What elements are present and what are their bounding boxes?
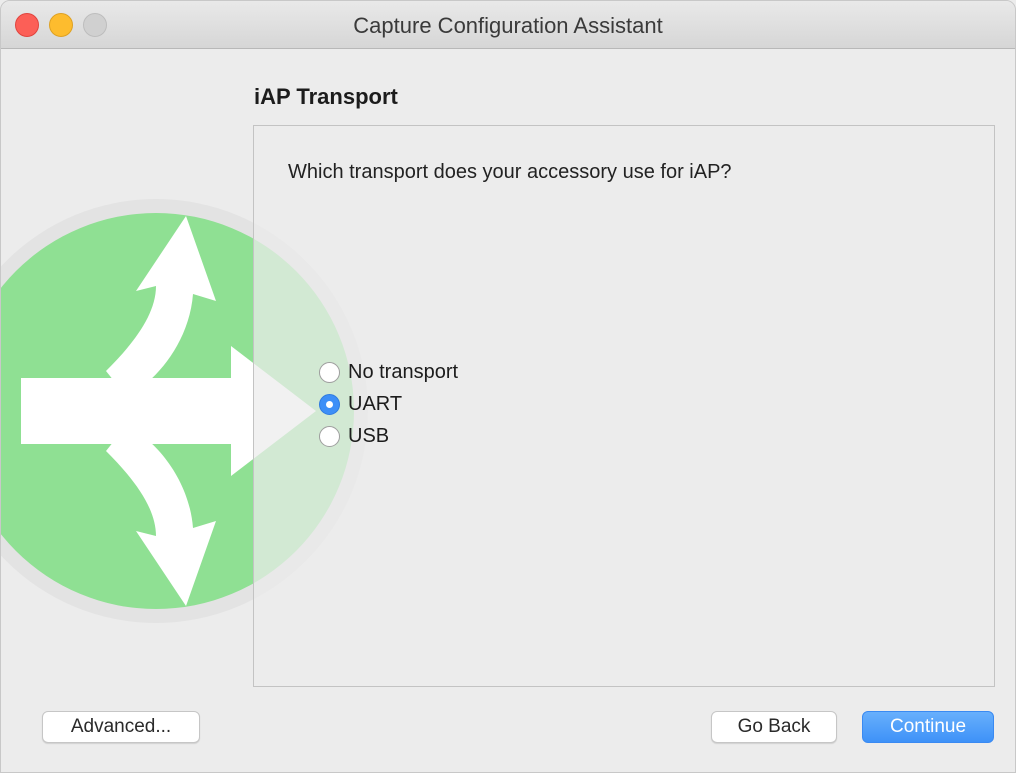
page-heading: iAP Transport (254, 84, 398, 109)
option-label: No transport (348, 360, 459, 383)
option-uart[interactable]: UART (319, 392, 402, 416)
question-text: Which transport does your accessory use … (288, 161, 732, 183)
option-label: USB (348, 424, 390, 447)
assistant-window: Capture Configuration Assistant iAP Tran… (0, 0, 1016, 773)
window-title: Capture Configuration Assistant (353, 13, 663, 38)
radio-usb[interactable] (319, 425, 340, 447)
option-label: UART (348, 392, 403, 415)
option-usb[interactable]: USB (319, 424, 389, 448)
radio-uart[interactable] (319, 393, 340, 415)
continue-button[interactable]: Continue (862, 711, 994, 743)
option-no-transport[interactable]: No transport (319, 360, 458, 384)
go-back-button[interactable]: Go Back (711, 711, 837, 743)
title-bar: Capture Configuration Assistant (1, 1, 1015, 49)
advanced-button[interactable]: Advanced... (42, 711, 200, 743)
radio-no-transport[interactable] (319, 361, 340, 383)
